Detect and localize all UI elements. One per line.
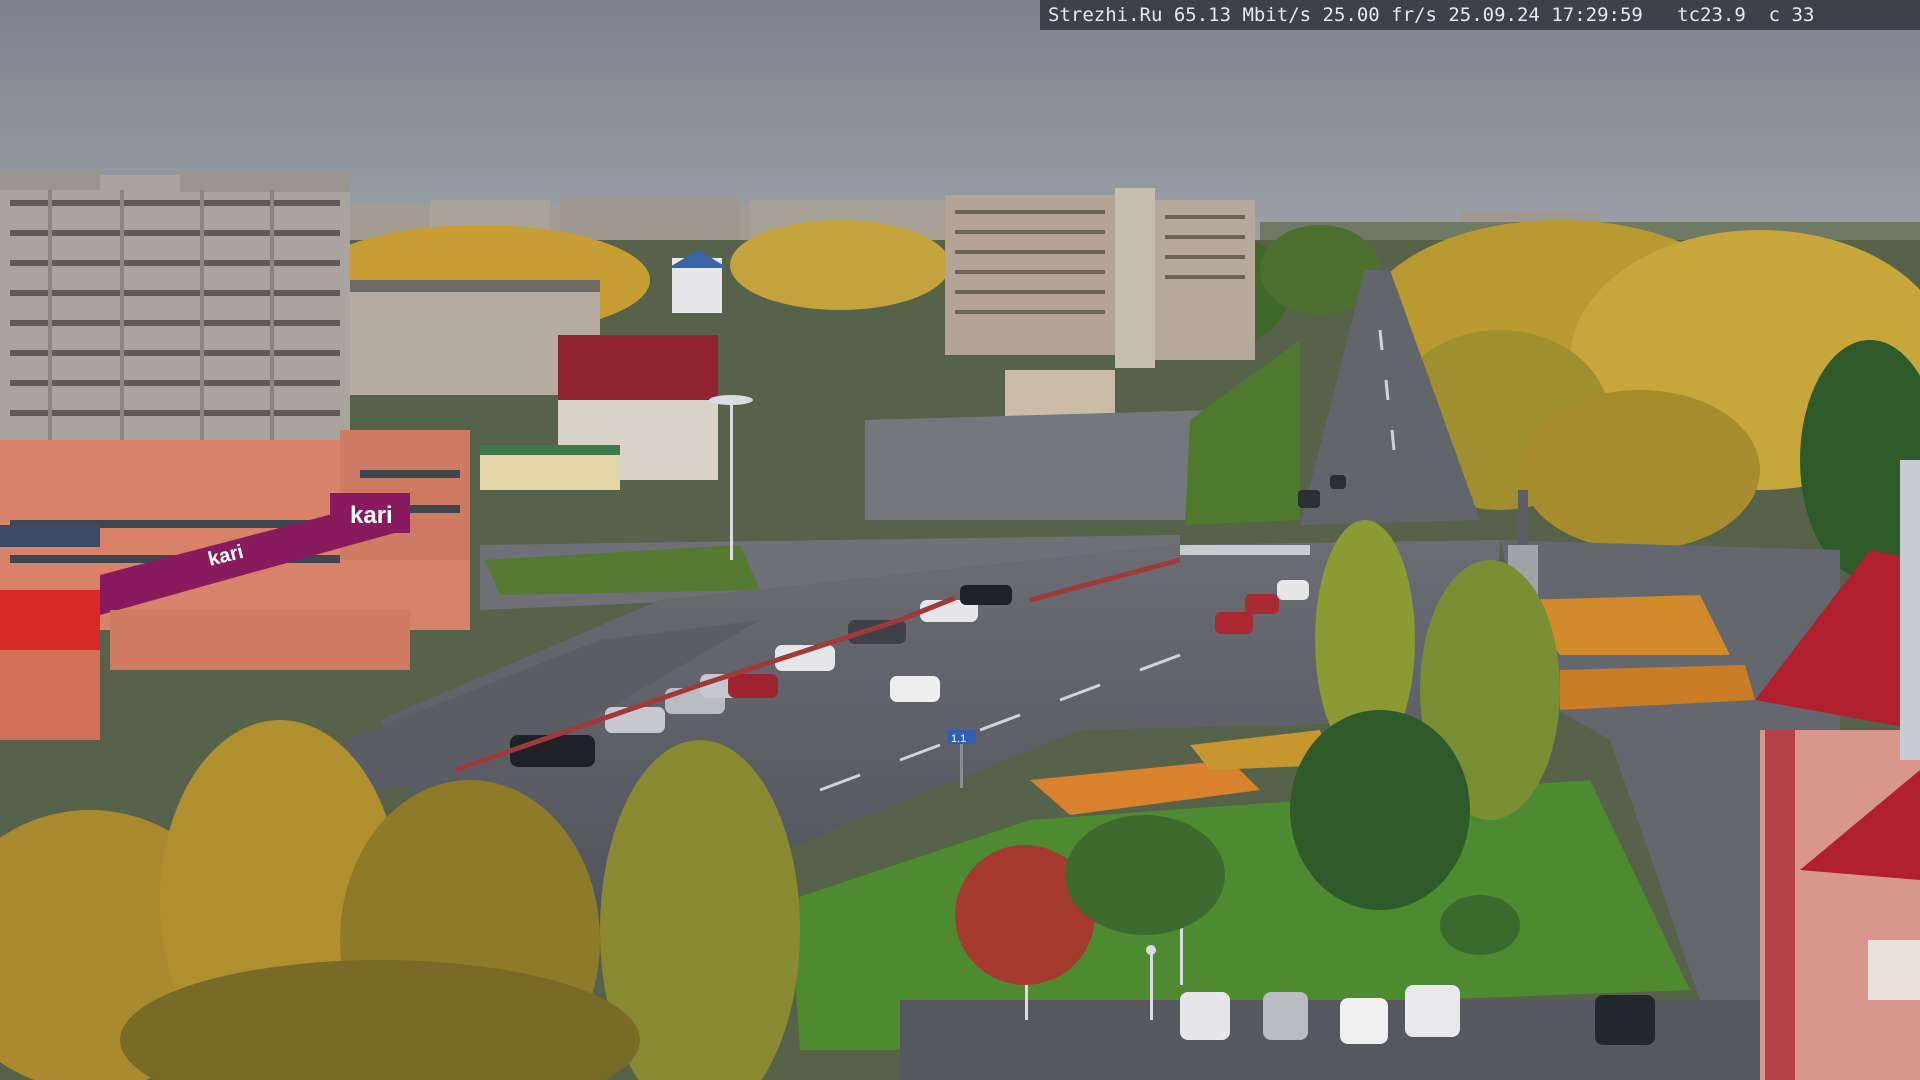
plaza [865,410,1215,520]
crosswalk [1180,545,1310,555]
kari-sign-large: kari [350,502,393,529]
monument-statue [1518,490,1528,545]
road-sign-text: 1.1 [951,733,966,745]
webcam-frame: kari kari 1.1 [0,0,1920,1080]
road-sign-post [960,738,963,788]
camera-status-overlay: Strezhi.Ru 65.13 Mbit/s 25.00 fr/s 25.09… [1040,0,1920,30]
city-scene: kari kari 1.1 [0,0,1920,1080]
